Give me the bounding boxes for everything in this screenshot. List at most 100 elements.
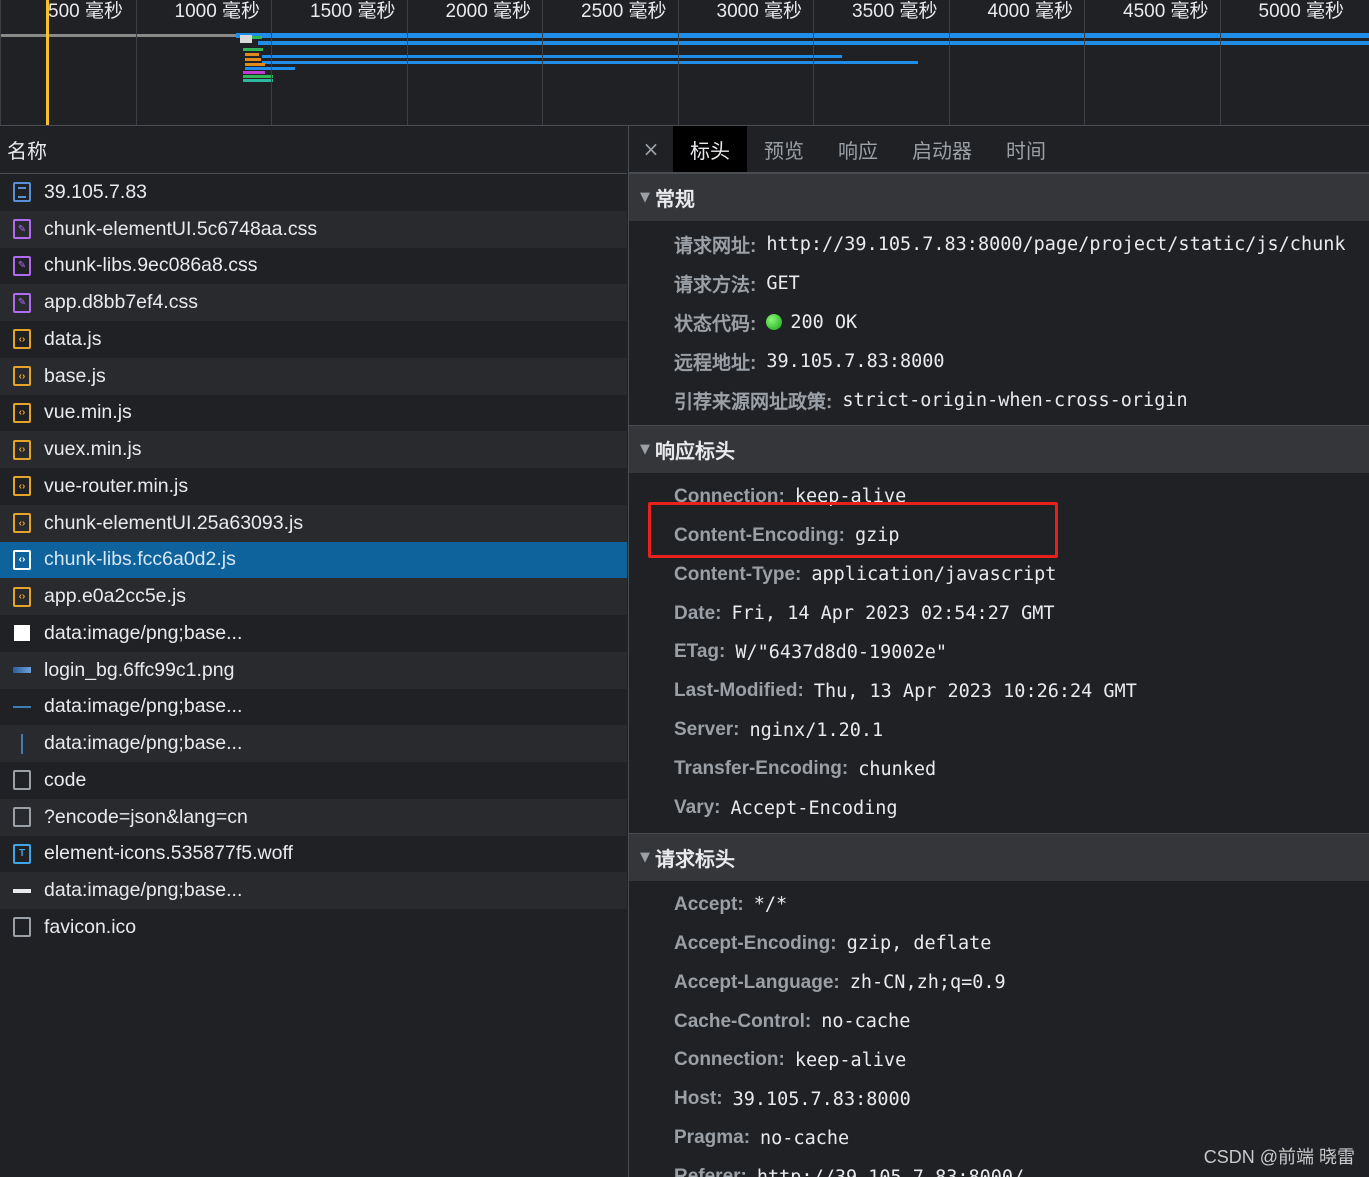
header-value[interactable]: */* bbox=[754, 894, 787, 915]
header-value[interactable]: keep-alive bbox=[795, 1050, 906, 1071]
header-value[interactable]: Fri, 14 Apr 2023 02:54:27 GMT bbox=[732, 603, 1055, 624]
header-value[interactable]: no-cache bbox=[821, 1011, 910, 1032]
request-name: data:image/png;base... bbox=[44, 732, 243, 755]
request-row[interactable]: ‹› vuex.min.js bbox=[0, 431, 627, 468]
header-value[interactable]: http://39.105.7.83:8000/ bbox=[757, 1167, 1024, 1177]
tab-3[interactable]: 启动器 bbox=[895, 126, 989, 172]
timeline-bar bbox=[252, 36, 262, 39]
timeline-tick-label: 500 毫秒 bbox=[48, 1, 123, 22]
timeline-gridline bbox=[0, 0, 1, 125]
request-row[interactable]: ‹› vue.min.js bbox=[0, 395, 627, 432]
request-name: data.js bbox=[44, 327, 102, 350]
timeline-gridline bbox=[271, 0, 272, 125]
section-general: ▼ 常规 请求网址: http://39.105.7.83:8000/page/pro… bbox=[629, 173, 1369, 425]
timeline-tick-label: 1500 毫秒 bbox=[310, 1, 396, 22]
script-icon: ‹› bbox=[13, 366, 31, 387]
request-row[interactable]: ‹› chunk-libs.fcc6a0d2.js bbox=[0, 541, 627, 579]
header-key: Accept: bbox=[674, 893, 744, 915]
header-value[interactable]: strict-origin-when-cross-origin bbox=[842, 390, 1187, 411]
request-row[interactable]: data:image/png;base... bbox=[0, 689, 627, 726]
header-rows: 请求网址: http://39.105.7.83:8000/page/projec… bbox=[629, 221, 1369, 425]
request-row[interactable]: ✎ chunk-elementUI.5c6748aa.css bbox=[0, 210, 627, 248]
timeline-tick-label: 2000 毫秒 bbox=[445, 1, 532, 22]
tab-4[interactable]: 时间 bbox=[989, 126, 1063, 172]
request-row[interactable]: favicon.ico bbox=[0, 909, 627, 946]
timeline-gridline bbox=[406, 0, 408, 125]
header-key: 远程地址: bbox=[674, 352, 757, 374]
horizontal-line-icon bbox=[13, 705, 31, 708]
header-value[interactable]: chunked bbox=[858, 759, 936, 780]
close-icon[interactable]: × bbox=[629, 126, 673, 172]
section-response-headers-title[interactable]: ▼ 响应标头 bbox=[629, 425, 1369, 474]
request-row[interactable]: ?encode=json&lang=cn bbox=[0, 798, 627, 836]
status-ok-icon bbox=[766, 314, 783, 331]
header-value[interactable]: no-cache bbox=[760, 1128, 849, 1149]
header-key: Server: bbox=[674, 719, 740, 741]
request-row[interactable]: 39.105.7.83 bbox=[0, 174, 627, 211]
header-key: Vary: bbox=[674, 797, 721, 819]
section-general-title[interactable]: ▼ 常规 bbox=[629, 173, 1369, 221]
triangle-down-icon: ▼ bbox=[640, 442, 650, 458]
header-key: 状态代码: bbox=[674, 313, 757, 335]
column-header-name[interactable]: 名称 bbox=[0, 126, 627, 174]
header-value[interactable]: zh-CN,zh;q=0.9 bbox=[850, 972, 1006, 993]
header-row: 远程地址: 39.105.7.83:8000 bbox=[629, 342, 1369, 381]
header-value[interactable]: 39.105.7.83:8000 bbox=[733, 1089, 911, 1110]
header-row: 引荐来源网址政策: strict-origin-when-cross-origin bbox=[629, 381, 1369, 420]
header-key: Cache-Control: bbox=[674, 1010, 812, 1032]
timeline-overview[interactable]: 500 毫秒 1000 毫秒 1500 毫秒 2000 毫秒 2500 毫秒 3000 毫… bbox=[0, 0, 1369, 126]
request-row[interactable]: data:image/png;base... bbox=[0, 872, 627, 909]
request-name: ?encode=json&lang=cn bbox=[44, 805, 248, 828]
tab-1[interactable]: 预览 bbox=[747, 126, 821, 172]
request-row[interactable]: data:image/png;base... bbox=[0, 615, 627, 652]
header-value[interactable]: http://39.105.7.83:8000/page/project/sta… bbox=[766, 234, 1345, 255]
request-row[interactable]: ‹› data.js bbox=[0, 321, 627, 358]
watermark: CSDN @前端 晓雷 bbox=[1203, 1147, 1355, 1167]
tab-2[interactable]: 响应 bbox=[821, 126, 895, 172]
request-row[interactable]: data:image/png;base... bbox=[0, 725, 627, 762]
request-name: favicon.ico bbox=[44, 915, 137, 938]
request-row[interactable]: ‹› chunk-elementUI.25a63093.js bbox=[0, 504, 627, 542]
section-request-headers-title[interactable]: ▼ 请求标头 bbox=[629, 833, 1369, 882]
header-row: Last-Modified: Thu, 13 Apr 2023 10:26:24 … bbox=[629, 672, 1369, 711]
request-name: chunk-elementUI.25a63093.js bbox=[44, 511, 304, 534]
timeline-tick-label: 1000 毫秒 bbox=[174, 1, 261, 22]
request-row[interactable]: login_bg.6ffc99c1.png bbox=[0, 651, 627, 689]
header-row: Server: nginx/1.20.1 bbox=[629, 711, 1369, 750]
timeline-gridline bbox=[1219, 0, 1221, 125]
section-title-text: 响应标头 bbox=[655, 439, 735, 464]
header-value[interactable]: W/"6437d8d0-19002e" bbox=[735, 642, 947, 663]
header-key: Accept-Language: bbox=[674, 971, 840, 993]
header-value[interactable]: application/javascript bbox=[811, 564, 1056, 585]
timeline-tick-label: 4000 毫秒 bbox=[987, 1, 1074, 22]
request-row[interactable]: ‹› app.e0a2cc5e.js bbox=[0, 578, 627, 615]
tab-0[interactable]: 标头 bbox=[673, 126, 747, 172]
header-value[interactable]: GET bbox=[766, 273, 799, 294]
request-row[interactable]: ‹› vue-router.min.js bbox=[0, 468, 627, 505]
request-name: chunk-libs.9ec086a8.css bbox=[44, 254, 258, 277]
request-row[interactable]: Telement-icons.535877f5.woff bbox=[0, 836, 627, 873]
request-row[interactable]: ✎ app.d8bb7ef4.css bbox=[0, 284, 627, 321]
request-rows: 39.105.7.83 ✎ chunk-elementUI.5c6748aa.css… bbox=[0, 174, 627, 946]
script-icon: ‹› bbox=[13, 329, 31, 350]
request-row[interactable]: ‹› base.js bbox=[0, 357, 627, 395]
timeline-gridline bbox=[542, 0, 543, 125]
header-row: Transfer-Encoding: chunked bbox=[629, 750, 1369, 789]
request-row[interactable]: code bbox=[0, 762, 627, 799]
request-row[interactable]: ✎ chunk-libs.9ec086a8.css bbox=[0, 248, 627, 285]
header-value[interactable]: Thu, 13 Apr 2023 10:26:24 GMT bbox=[814, 681, 1137, 702]
header-row: Accept-Language: zh-CN,zh;q=0.9 bbox=[629, 963, 1369, 1002]
header-value[interactable]: Accept-Encoding bbox=[730, 798, 897, 819]
header-row: Content-Type: application/javascript bbox=[629, 555, 1369, 594]
stylesheet-icon: ✎ bbox=[13, 255, 31, 276]
header-value[interactable]: nginx/1.20.1 bbox=[750, 720, 884, 741]
header-row: ETag: W/"6437d8d0-19002e" bbox=[629, 633, 1369, 672]
timeline-bar bbox=[243, 79, 273, 82]
header-value[interactable]: 39.105.7.83:8000 bbox=[766, 351, 944, 372]
request-name: element-icons.535877f5.woff bbox=[44, 842, 293, 865]
script-icon: ‹› bbox=[13, 513, 31, 534]
request-name: vue-router.min.js bbox=[44, 474, 189, 497]
header-value[interactable]: 200 OK bbox=[790, 312, 857, 333]
header-row: Host: 39.105.7.83:8000 bbox=[629, 1080, 1369, 1119]
header-value[interactable]: gzip, deflate bbox=[847, 933, 992, 954]
